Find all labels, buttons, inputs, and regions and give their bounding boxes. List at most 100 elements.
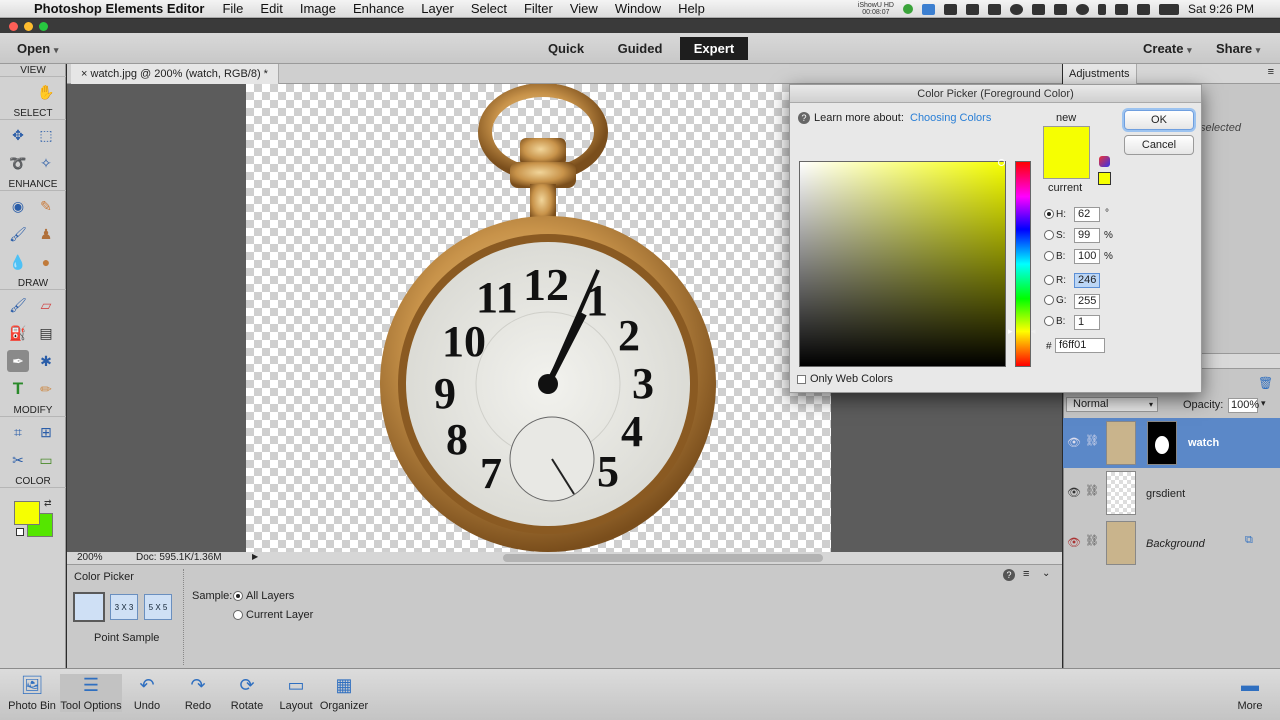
blue-input[interactable]: 1 <box>1074 315 1100 330</box>
blur-tool-icon[interactable]: 💧 <box>7 251 29 273</box>
help-icon[interactable]: ? <box>1003 569 1015 581</box>
lasso-tool-icon[interactable]: ➰ <box>7 152 29 174</box>
tool-options-button[interactable]: ☰ Tool Options <box>60 674 122 712</box>
panel-menu-icon[interactable]: ≡ <box>1268 66 1274 78</box>
hue-slider-left-handle-icon[interactable]: ▸ <box>1008 326 1013 337</box>
sample-current-layer[interactable]: Current Layer <box>233 609 313 621</box>
layer-row-watch[interactable]: 👁 ⛓ watch <box>1063 418 1280 468</box>
radio-green[interactable] <box>1044 295 1054 305</box>
radio-current-layer[interactable] <box>233 610 243 620</box>
only-web-colors-option[interactable]: Only Web Colors <box>797 373 893 385</box>
layer-name[interactable]: Background <box>1146 538 1205 550</box>
only-web-colors-checkbox[interactable] <box>797 374 806 384</box>
recompose-tool-icon[interactable]: ⊞ <box>35 421 57 443</box>
menu-file[interactable]: File <box>222 1 243 16</box>
straighten-tool-icon[interactable]: ▭ <box>35 449 57 471</box>
radio-blue[interactable] <box>1044 316 1054 326</box>
hex-input[interactable]: f6ff01 <box>1055 338 1105 353</box>
link-icon[interactable]: ⛓ <box>1085 484 1099 497</box>
smart-brush-tool-icon[interactable]: 🖌 <box>7 223 29 245</box>
radio-brightness[interactable] <box>1044 251 1054 261</box>
dropbox-icon[interactable] <box>921 3 935 15</box>
minimize-window-button[interactable] <box>24 22 33 31</box>
radio-hue[interactable] <box>1044 209 1054 219</box>
record-status-icon[interactable] <box>902 4 913 14</box>
bluetooth-icon[interactable] <box>1097 3 1106 15</box>
visibility-eye-icon[interactable]: 👁 <box>1067 486 1081 499</box>
tab-quick[interactable]: Quick <box>536 37 596 60</box>
rotate-button[interactable]: ⟳ Rotate <box>219 674 275 713</box>
collapse-chevron-icon[interactable]: ⌄ <box>1042 568 1050 579</box>
gradient-tool-icon[interactable]: ▤ <box>35 322 57 344</box>
green-input[interactable]: 255 <box>1074 294 1100 309</box>
close-icon[interactable]: × <box>81 68 87 80</box>
sample-all-layers[interactable]: All Layers <box>233 590 294 602</box>
opacity-dropdown-icon[interactable]: ▾ <box>1261 398 1266 409</box>
redo-button[interactable]: ↷ Redo <box>170 674 226 713</box>
marquee-tool-icon[interactable]: ⬚ <box>35 124 57 146</box>
layer-name[interactable]: grsdient <box>1146 488 1185 500</box>
menu-select[interactable]: Select <box>471 1 507 16</box>
close-window-button[interactable] <box>9 22 18 31</box>
blend-mode-select[interactable]: Normal ▾ <box>1066 397 1158 412</box>
hue-slider-right-handle-icon[interactable]: ◂ <box>1031 326 1036 337</box>
sample-3x3-button[interactable]: 3 X 3 <box>110 594 138 620</box>
app-name[interactable]: Photoshop Elements Editor <box>34 1 204 16</box>
menu-window[interactable]: Window <box>615 1 661 16</box>
delete-layer-icon[interactable]: 🗑 <box>1258 376 1273 390</box>
lock-layer-icon[interactable]: ⧉ <box>1245 534 1253 547</box>
volume-icon[interactable] <box>1136 3 1150 15</box>
menu-layer[interactable]: Layer <box>421 1 454 16</box>
sample-5x5-button[interactable]: 5 X 5 <box>144 594 172 620</box>
radio-red[interactable] <box>1044 275 1054 285</box>
color-field-marker[interactable] <box>998 159 1005 166</box>
menu-enhance[interactable]: Enhance <box>353 1 404 16</box>
organizer-button[interactable]: ▦ Organizer <box>316 674 372 713</box>
menu-help[interactable]: Help <box>678 1 705 16</box>
layer-name[interactable]: watch <box>1188 437 1219 449</box>
options-menu-icon[interactable]: ≡ <box>1023 568 1029 580</box>
photos-icon[interactable] <box>943 3 957 15</box>
hue-input[interactable]: 62 <box>1074 207 1100 222</box>
ishowu-status[interactable]: iShowU HD 00:08:07 <box>858 2 894 16</box>
paint-bucket-tool-icon[interactable]: ⛽ <box>7 322 29 344</box>
paw-icon[interactable] <box>1031 3 1045 15</box>
quick-selection-tool-icon[interactable]: ✧ <box>35 152 57 174</box>
menu-edit[interactable]: Edit <box>260 1 282 16</box>
eyedropper-tool-icon[interactable]: ✒ <box>7 350 29 372</box>
layer-row-background[interactable]: 👁 ⛓ Background ⧉ <box>1063 518 1280 568</box>
visibility-eye-icon[interactable]: 👁 <box>1067 436 1081 449</box>
radio-saturation[interactable] <box>1044 230 1054 240</box>
web-safe-color-swatch[interactable] <box>1098 172 1111 185</box>
document-tab[interactable]: × watch.jpg @ 200% (watch, RGB/8) * <box>71 64 279 84</box>
chart-icon[interactable] <box>965 3 979 15</box>
zoom-window-button[interactable] <box>39 22 48 31</box>
color-field[interactable] <box>799 161 1006 367</box>
saturation-input[interactable]: 99 <box>1074 228 1100 243</box>
time-machine-icon[interactable] <box>1075 3 1089 15</box>
audio-icon[interactable] <box>1053 3 1067 15</box>
brush-tool-icon[interactable]: 🖌 <box>7 294 29 316</box>
link-icon[interactable]: ⛓ <box>1085 434 1099 447</box>
zoom-tool-icon[interactable] <box>7 81 29 103</box>
radio-all-layers[interactable] <box>233 591 243 601</box>
tab-guided[interactable]: Guided <box>608 37 672 60</box>
opacity-input[interactable]: 100% <box>1228 398 1259 413</box>
hue-slider[interactable] <box>1015 161 1031 367</box>
hand-tool-icon[interactable]: ✋ <box>35 81 57 103</box>
share-button[interactable]: Share ▾ <box>1216 41 1260 56</box>
crop-tool-icon[interactable]: ⌗ <box>7 421 29 443</box>
horizontal-scrollbar[interactable] <box>503 554 823 562</box>
tools-icon[interactable] <box>987 3 1001 15</box>
link-icon[interactable]: ⛓ <box>1085 534 1099 547</box>
custom-shape-tool-icon[interactable]: ✱ <box>35 350 57 372</box>
spot-healing-tool-icon[interactable]: ✎ <box>35 195 57 217</box>
red-eye-tool-icon[interactable]: ◉ <box>7 195 29 217</box>
default-colors-icon[interactable] <box>16 528 24 536</box>
content-aware-move-tool-icon[interactable]: ✂ <box>7 449 29 471</box>
point-sample-button[interactable] <box>73 592 105 622</box>
menu-view[interactable]: View <box>570 1 598 16</box>
pencil-tool-icon[interactable]: ✏ <box>35 378 57 400</box>
cancel-button[interactable]: Cancel <box>1124 135 1194 155</box>
menu-image[interactable]: Image <box>300 1 336 16</box>
